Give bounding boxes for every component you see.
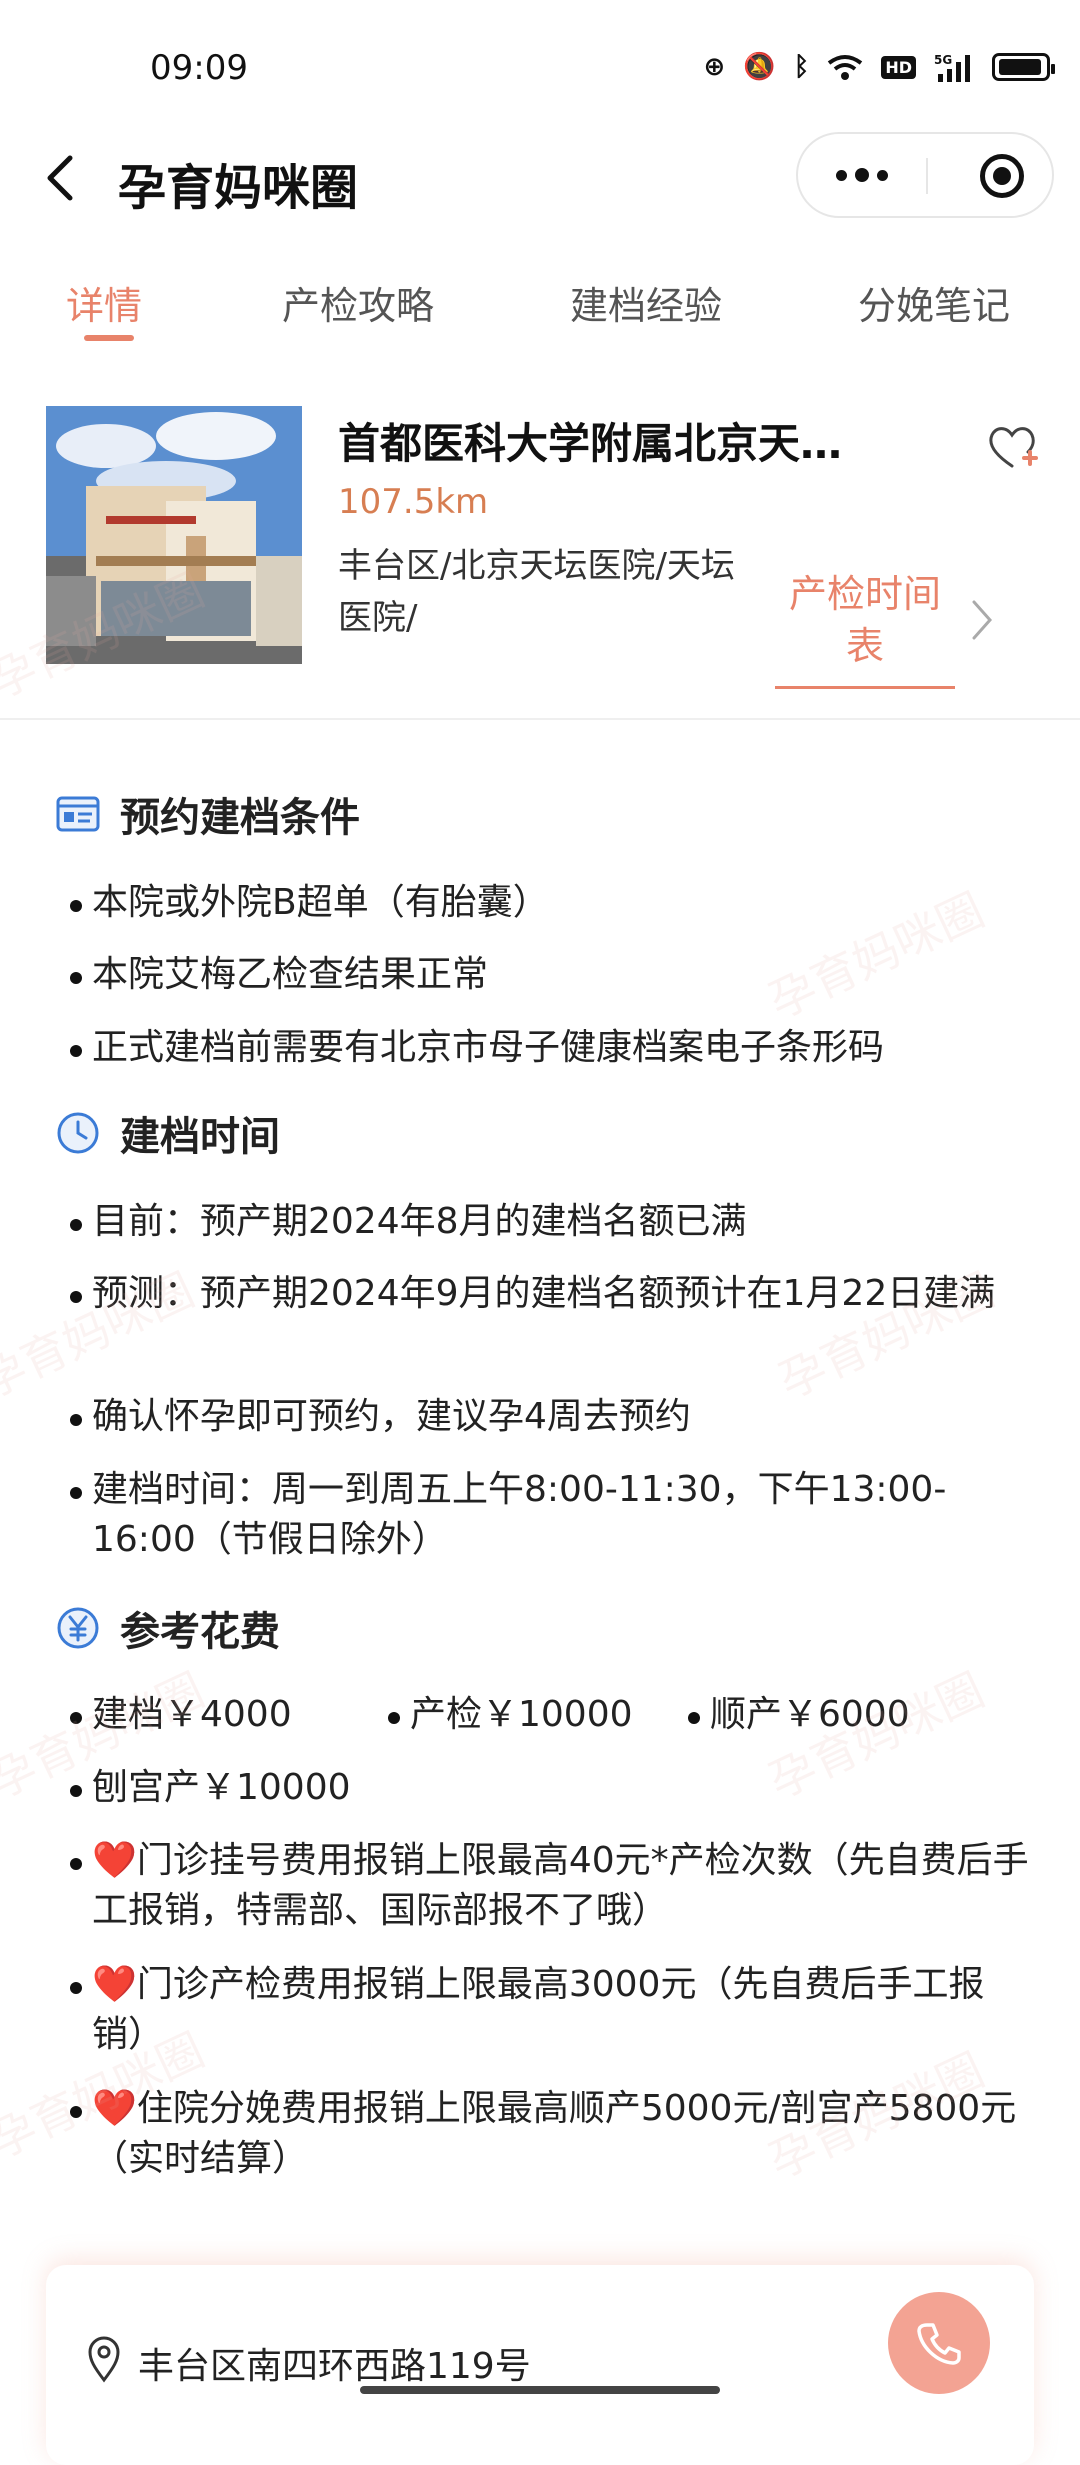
cost-checkup: 产检￥10000: [388, 1690, 633, 1740]
divider: [0, 718, 1080, 720]
timing-title: 建档时间: [120, 1114, 280, 1160]
hospital-distance: 107.5km: [338, 482, 489, 522]
page-title: 孕育妈咪圈: [118, 160, 359, 216]
hospital-area: 丰台区/北京天坛医院/天坛医院/: [338, 546, 735, 638]
conditions-header: 预约建档条件: [56, 786, 360, 842]
tab-details[interactable]: 详情: [66, 275, 142, 330]
address-text[interactable]: 丰台区南四环西路119号: [138, 2337, 531, 2389]
costs-header: 参考花费: [56, 1600, 280, 1656]
tab-checkup-guide[interactable]: 产检攻略: [282, 275, 434, 330]
vpn-icon: ⊕: [703, 52, 726, 82]
mini-program-capsule: [796, 132, 1054, 218]
checkup-schedule-label-line2: 表: [845, 624, 884, 668]
schedule-underline: [775, 686, 955, 689]
battery-icon: [992, 53, 1055, 81]
checkup-schedule-button[interactable]: 产检时间 表: [775, 568, 955, 672]
bluetooth-icon: ᛒ: [793, 52, 810, 82]
phone-icon[interactable]: [888, 2292, 990, 2394]
5g-signal-icon: 5G: [934, 53, 970, 82]
tab-bar: 详情 产检攻略 建档经验 分娩笔记: [0, 265, 1080, 345]
conditions-title: 预约建档条件: [120, 795, 360, 841]
red-heart-icon: ❤️: [92, 1964, 137, 2005]
tab-registration-experience[interactable]: 建档经验: [570, 275, 722, 330]
list-item: 正式建档前需要有北京市母子健康档案电子条形码: [70, 1023, 1032, 1073]
close-target-icon[interactable]: [980, 154, 1024, 198]
hd-icon: HD: [881, 55, 916, 79]
timing-header: 建档时间: [56, 1105, 280, 1161]
hospital-name: 首都医科大学附属北京天…: [338, 419, 843, 468]
more-icon[interactable]: [798, 134, 926, 216]
list-item: ❤️门诊挂号费用报销上限最高40元*产检次数（先自费后手工报销，特需部、国际部报…: [70, 1836, 1032, 1936]
status-time: 09:09: [150, 48, 248, 88]
nav-bar: 孕育妈咪圈: [0, 130, 1080, 230]
svg-text:5G: 5G: [934, 53, 952, 67]
clock-icon: [56, 1111, 100, 1155]
costs-title: 参考花费: [120, 1609, 280, 1655]
checkup-schedule-label-line1: 产检时间: [788, 572, 941, 616]
status-bar: 09:09 ⊕ 🔕 ᛒ HD 5G: [0, 0, 1080, 130]
cost-csection: 刨宫产￥10000: [70, 1763, 1032, 1813]
home-indicator: [360, 2386, 720, 2394]
form-card-icon: [56, 792, 100, 836]
favorite-heart-add-icon[interactable]: [984, 420, 1040, 476]
tab-delivery-notes[interactable]: 分娩笔记: [858, 275, 1010, 330]
list-item: 建档时间：周一到周五上午8:00-11:30，下午13:00-16:00（节假日…: [70, 1465, 1032, 1565]
list-item: 目前：预产期2024年8月的建档名额已满: [70, 1197, 1032, 1247]
wifi-icon: [828, 55, 863, 80]
list-item: 确认怀孕即可预约，建议孕4周去预约: [70, 1392, 1032, 1442]
tab-active-indicator: [84, 335, 134, 341]
chevron-right-icon[interactable]: [970, 598, 994, 653]
location-pin-icon: [86, 2335, 122, 2383]
list-item: ❤️门诊产检费用报销上限最高3000元（先自费后手工报销）: [70, 1960, 1032, 2060]
status-icons: ⊕ 🔕 ᛒ HD 5G: [703, 52, 1055, 82]
capsule-divider: [926, 158, 928, 194]
yuan-coin-icon: [56, 1606, 100, 1650]
chevron-left-icon[interactable]: [40, 148, 100, 208]
mute-icon: 🔕: [743, 52, 776, 82]
red-heart-icon: ❤️: [92, 1840, 137, 1881]
address-card: 丰台区南四环西路119号: [46, 2265, 1034, 2465]
hospital-card[interactable]: 首都医科大学附属北京天… 107.5km 丰台区/北京天坛医院/天坛医院/ 产检…: [0, 390, 1080, 710]
